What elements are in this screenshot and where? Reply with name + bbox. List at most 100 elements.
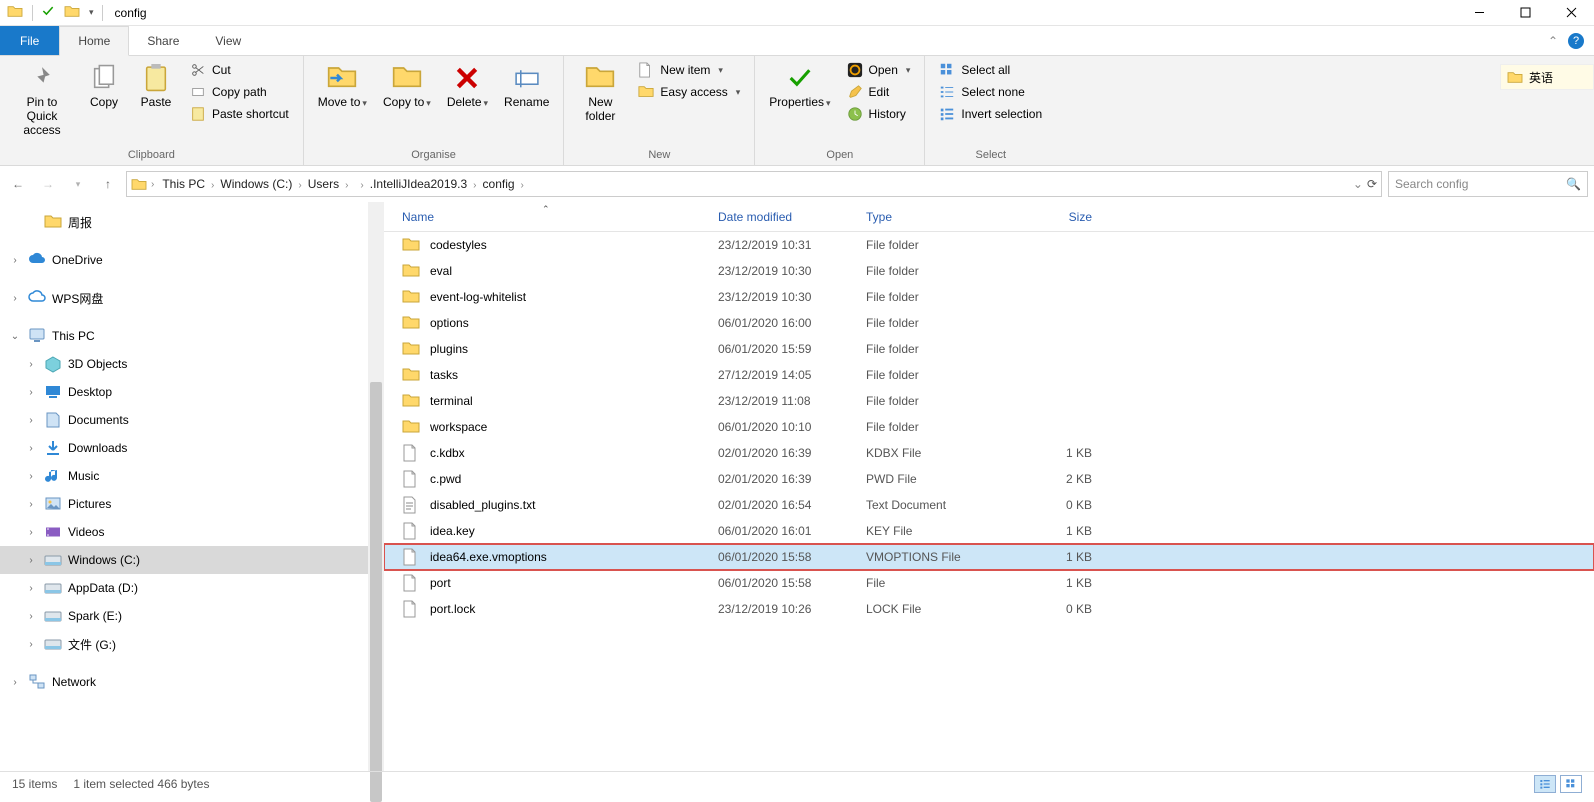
file-row[interactable]: idea.key06/01/2020 16:01KEY File1 KB	[384, 518, 1594, 544]
tree-node[interactable]: ›Pictures	[0, 490, 368, 518]
tree-node[interactable]: ›Spark (E:)	[0, 602, 368, 630]
tree-node[interactable]: ›Network	[0, 668, 368, 696]
breadcrumb-item[interactable]: Windows (C:)	[216, 177, 296, 191]
view-large-button[interactable]	[1560, 775, 1582, 793]
close-button[interactable]	[1548, 0, 1594, 26]
breadcrumb-item[interactable]: This PC	[158, 177, 209, 191]
forward-button[interactable]: →	[36, 172, 60, 196]
nav-tree[interactable]: 周报 ›OneDrive ›WPS网盘 ⌄This PC›3D Objects›Des…	[0, 202, 368, 771]
file-row[interactable]: c.pwd02/01/2020 16:39PWD File2 KB	[384, 466, 1594, 492]
copy-path-button[interactable]: Copy path	[184, 82, 295, 102]
new-folder-button[interactable]: New folder	[572, 60, 628, 126]
file-row[interactable]: idea64.exe.vmoptions06/01/2020 15:58VMOP…	[384, 544, 1594, 570]
file-row[interactable]: port.lock23/12/2019 10:26LOCK File0 KB	[384, 596, 1594, 622]
properties-button[interactable]: Properties▾	[763, 60, 836, 112]
new-item-button[interactable]: New item▾	[632, 60, 746, 80]
file-row[interactable]: options06/01/2020 16:00File folder	[384, 310, 1594, 336]
chevron-icon[interactable]: ›	[296, 180, 303, 191]
easy-access-button[interactable]: Easy access▾	[632, 82, 746, 102]
tree-node[interactable]: ›OneDrive	[0, 246, 368, 274]
file-row[interactable]: plugins06/01/2020 15:59File folder	[384, 336, 1594, 362]
file-row[interactable]: c.kdbx02/01/2020 16:39KDBX File1 KB	[384, 440, 1594, 466]
pin-quick-access-button[interactable]: Pin to Quick access	[8, 60, 76, 139]
chevron-icon[interactable]: ›	[149, 179, 156, 190]
tree-node[interactable]: ›AppData (D:)	[0, 574, 368, 602]
address-bar[interactable]: › This PC›Windows (C:)›Users››.IntelliJI…	[126, 171, 1382, 197]
refresh-icon[interactable]: ⟳	[1367, 177, 1377, 191]
twisty-icon[interactable]: ›	[24, 611, 38, 622]
file-row[interactable]: eval23/12/2019 10:30File folder	[384, 258, 1594, 284]
paste-button[interactable]: Paste	[132, 60, 180, 112]
invert-selection-button[interactable]: Invert selection	[933, 104, 1048, 124]
move-to-button[interactable]: Move to▾	[312, 60, 373, 112]
file-row[interactable]: disabled_plugins.txt02/01/2020 16:54Text…	[384, 492, 1594, 518]
twisty-icon[interactable]: ›	[24, 387, 38, 398]
open-button[interactable]: Open▾	[841, 60, 917, 80]
file-row[interactable]: workspace06/01/2020 10:10File folder	[384, 414, 1594, 440]
twisty-icon[interactable]: ›	[8, 677, 22, 688]
file-row[interactable]: terminal23/12/2019 11:08File folder	[384, 388, 1594, 414]
breadcrumb-item[interactable]: .IntelliJIdea2019.3	[366, 177, 471, 191]
twisty-icon[interactable]: ›	[24, 583, 38, 594]
file-row[interactable]: tasks27/12/2019 14:05File folder	[384, 362, 1594, 388]
language-chip[interactable]: 英语	[1500, 64, 1594, 90]
chevron-icon[interactable]: ›	[471, 180, 478, 191]
paste-shortcut-button[interactable]: Paste shortcut	[184, 104, 295, 124]
history-button[interactable]: History	[841, 104, 917, 124]
up-button[interactable]: ↑	[96, 172, 120, 196]
ribbon-collapse-icon[interactable]: ⌃	[1548, 34, 1558, 48]
twisty-icon[interactable]: ›	[8, 255, 22, 266]
tab-view[interactable]: View	[197, 26, 259, 55]
qat-check-icon[interactable]	[41, 4, 55, 21]
twisty-icon[interactable]: ›	[24, 359, 38, 370]
tree-node[interactable]: ›Desktop	[0, 378, 368, 406]
tab-home[interactable]: Home	[59, 26, 129, 56]
twisty-icon[interactable]: ›	[24, 555, 38, 566]
breadcrumb-item[interactable]: config	[479, 177, 519, 191]
tab-file[interactable]: File	[0, 26, 59, 55]
tree-node[interactable]: ›WPS网盘	[0, 284, 368, 312]
cut-button[interactable]: Cut	[184, 60, 295, 80]
search-input[interactable]: Search config 🔍	[1388, 171, 1588, 197]
tree-node[interactable]: ›Downloads	[0, 434, 368, 462]
file-row[interactable]: port06/01/2020 15:58File1 KB	[384, 570, 1594, 596]
rename-button[interactable]: Rename	[498, 60, 555, 112]
minimize-button[interactable]	[1456, 0, 1502, 26]
view-details-button[interactable]	[1534, 775, 1556, 793]
delete-button[interactable]: Delete▾	[441, 60, 494, 112]
tree-node[interactable]: ›Music	[0, 462, 368, 490]
qat-dropdown-icon[interactable]: ▾	[89, 7, 94, 18]
tree-node[interactable]: ›文件 (G:)	[0, 630, 368, 658]
twisty-icon[interactable]: ›	[24, 639, 38, 650]
tree-node[interactable]: ⌄This PC	[0, 322, 368, 350]
select-all-button[interactable]: Select all	[933, 60, 1048, 80]
qat-folder-icon[interactable]	[63, 4, 81, 21]
chevron-icon[interactable]: ›	[519, 180, 526, 191]
select-none-button[interactable]: Select none	[933, 82, 1048, 102]
edit-button[interactable]: Edit	[841, 82, 917, 102]
tree-node[interactable]: ›Windows (C:)	[0, 546, 368, 574]
copy-button[interactable]: Copy	[80, 60, 128, 112]
tree-node[interactable]: 周报	[0, 208, 368, 236]
chevron-icon[interactable]: ›	[358, 180, 365, 191]
twisty-icon[interactable]: ›	[24, 471, 38, 482]
tree-node[interactable]: ›3D Objects	[0, 350, 368, 378]
file-row[interactable]: codestyles23/12/2019 10:31File folder	[384, 232, 1594, 258]
twisty-icon[interactable]: ⌄	[8, 331, 22, 342]
twisty-icon[interactable]: ›	[8, 293, 22, 304]
col-type[interactable]: Type	[866, 210, 1014, 224]
tree-node[interactable]: ›Documents	[0, 406, 368, 434]
twisty-icon[interactable]: ›	[24, 443, 38, 454]
file-row[interactable]: event-log-whitelist23/12/2019 10:30File …	[384, 284, 1594, 310]
back-button[interactable]: ←	[6, 172, 30, 196]
twisty-icon[interactable]: ›	[24, 527, 38, 538]
twisty-icon[interactable]: ›	[24, 415, 38, 426]
copy-to-button[interactable]: Copy to▾	[377, 60, 437, 112]
col-size[interactable]: Size	[1014, 210, 1104, 224]
scrollbar-thumb[interactable]	[370, 382, 382, 802]
breadcrumb-item[interactable]: Users	[304, 177, 343, 191]
col-name[interactable]: Name⌃	[402, 210, 718, 224]
col-date[interactable]: Date modified	[718, 210, 866, 224]
tree-node[interactable]: ›Videos	[0, 518, 368, 546]
tree-scrollbar[interactable]	[368, 202, 384, 771]
